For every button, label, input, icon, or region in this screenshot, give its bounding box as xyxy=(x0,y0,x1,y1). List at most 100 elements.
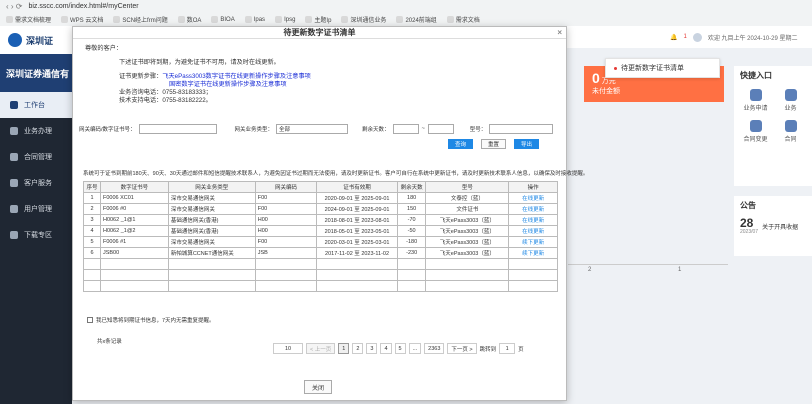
table-cell: 飞天ePass3003（蓝） xyxy=(425,247,510,259)
update-link[interactable]: 在线更新 xyxy=(508,203,558,215)
table-cell: 飞天ePass3003（蓝） xyxy=(425,214,510,226)
close-button[interactable]: 关闭 xyxy=(304,380,332,394)
total-count: 共x条记录 xyxy=(97,339,122,345)
filter-buttons: 查询 重置 导出 xyxy=(448,139,540,149)
table-cell xyxy=(425,280,510,292)
bookmark[interactable]: WPS 云文档 xyxy=(61,15,103,24)
table-cell xyxy=(167,269,256,281)
update-link[interactable]: 续下更新 xyxy=(508,247,558,259)
table-cell: 2018-05-01 至 2023-05-01 xyxy=(316,225,398,237)
table-cell: 文件证书 xyxy=(425,203,510,215)
bookmark[interactable]: Ipsg xyxy=(275,16,295,23)
next-page-button[interactable]: 下一页 > xyxy=(447,343,477,354)
table-cell: JSB00 xyxy=(99,247,169,259)
quick-item[interactable]: 合同 xyxy=(775,120,806,143)
bookmark-icon xyxy=(113,16,121,23)
table-cell: 6 xyxy=(83,247,101,259)
update-link[interactable]: 在线更新 xyxy=(508,225,558,237)
modal-header: 待更新数字证书清单 × xyxy=(73,27,566,39)
close-icon[interactable]: × xyxy=(557,28,562,37)
notice-item[interactable]: 28 2023/07 关于开具收据 xyxy=(740,217,806,235)
update-link[interactable]: 在线更新 xyxy=(508,192,558,204)
page-button[interactable]: 3 xyxy=(366,343,378,354)
quick-item[interactable]: 业务 xyxy=(775,89,806,112)
sidebar-item-business[interactable]: 业务办理 xyxy=(0,118,72,144)
bookmark[interactable]: 深圳通信业务 xyxy=(341,15,386,24)
address-bar[interactable]: ‹ › ⟳ biz.sscc.com/index.html#/myCenter xyxy=(0,0,812,12)
document-icon xyxy=(10,153,18,161)
table-cell: H0062 _1@1 xyxy=(99,214,169,226)
bookmark[interactable]: 主题Ip xyxy=(305,15,331,24)
days-min-input[interactable] xyxy=(392,124,419,134)
bookmark[interactable]: Ipas xyxy=(244,16,265,23)
corp-name: 深圳证券通信有 xyxy=(0,54,72,92)
days-max-input[interactable] xyxy=(427,124,454,134)
bell-icon[interactable]: 🔔 xyxy=(670,34,677,41)
query-button[interactable]: 查询 xyxy=(448,139,474,149)
table-cell: H0062 _1@2 xyxy=(99,225,169,237)
table-cell xyxy=(396,269,427,281)
bookmark[interactable]: SCN经上frm问题 xyxy=(113,15,168,24)
ePass-guide-link[interactable]: 飞天ePass3003数字证书在线更新操作步骤及注意事项 xyxy=(162,73,311,80)
remember-checkbox-row[interactable]: 我已知悉将到期证书信息，7天内无需重复提醒。 xyxy=(87,316,215,324)
bookmark-icon xyxy=(446,16,454,23)
page-button[interactable]: 2363 xyxy=(424,343,445,354)
net-code-input[interactable] xyxy=(138,124,217,134)
bookmark[interactable]: 需求文档 xyxy=(446,15,480,24)
page-ellipsis: ... xyxy=(408,343,422,354)
table-cell: F00 xyxy=(254,236,318,248)
table-cell: 2 xyxy=(83,203,101,215)
avatar[interactable] xyxy=(692,32,702,42)
reset-button[interactable]: 重置 xyxy=(481,139,507,149)
page-size-select[interactable]: 10 xyxy=(273,343,303,354)
table-cell: 5 xyxy=(83,236,101,248)
logo: 深圳证 xyxy=(0,26,72,54)
nav-icons[interactable]: ‹ › ⟳ xyxy=(6,2,22,11)
page-button[interactable]: 2 xyxy=(352,343,364,354)
bookmark[interactable]: 需求文档梳理 xyxy=(6,15,51,24)
remember-checkbox[interactable] xyxy=(87,317,93,323)
quick-item[interactable]: 合同变更 xyxy=(740,120,771,143)
bookmark-icon xyxy=(244,16,252,23)
bookmark[interactable]: 2024前端组 xyxy=(396,15,437,24)
sidebar-item-download[interactable]: 下载专区 xyxy=(0,222,72,248)
table-cell xyxy=(316,280,398,292)
sidebar-item-workbench[interactable]: 工作台 xyxy=(0,92,72,118)
briefcase-icon xyxy=(10,127,18,135)
page-button[interactable]: 1 xyxy=(338,343,350,354)
table-cell xyxy=(99,280,169,292)
sidebar-item-users[interactable]: 用户管理 xyxy=(0,196,72,222)
sidebar: 深圳证 深圳证券通信有 工作台 业务办理 合同管理 客户服务 用户管理 下载专区 xyxy=(0,26,72,404)
table-cell: 文泰控（蓝） xyxy=(425,192,510,204)
update-link[interactable]: 在线更新 xyxy=(508,214,558,226)
quick-item[interactable]: 业务申请 xyxy=(740,89,771,112)
bookmark[interactable]: BIOA xyxy=(211,16,235,23)
sidebar-item-service[interactable]: 客户服务 xyxy=(0,170,72,196)
table-cell: H00 xyxy=(254,225,318,237)
table-cell: F00 xyxy=(254,203,318,215)
goto-unit: 页 xyxy=(518,346,524,353)
export-button[interactable]: 导出 xyxy=(514,139,540,149)
page-button[interactable]: 4 xyxy=(380,343,392,354)
reminder-hint: 系统可于证书到期前180天、90天、30天通过邮件和短信提醒技术联系人，为避免因… xyxy=(83,171,589,177)
bookmark[interactable]: 数OA xyxy=(177,15,201,24)
contract-change-icon xyxy=(749,120,762,132)
sidebar-item-contract[interactable]: 合同管理 xyxy=(0,144,72,170)
prev-page-button[interactable]: < 上一页 xyxy=(306,343,336,354)
model-input[interactable] xyxy=(489,124,554,134)
page-button[interactable]: 5 xyxy=(394,343,406,354)
goto-input[interactable]: 1 xyxy=(499,343,516,354)
notification-popover[interactable]: 待更新数字证书清单 xyxy=(605,58,720,78)
biz-type-select[interactable]: 全部 xyxy=(276,124,349,134)
url-text[interactable]: biz.sscc.com/index.html#/myCenter xyxy=(28,3,138,10)
table-row-empty xyxy=(83,258,558,270)
pagination: 10 < 上一页 1 2 3 4 5 ... 2363 下一页 > 跳转到 1 … xyxy=(273,343,524,354)
update-link[interactable]: 续下更新 xyxy=(508,236,558,248)
table-cell: 基础通信网关(香港) xyxy=(167,225,256,237)
business-icon xyxy=(784,89,797,101)
contract-icon xyxy=(784,120,797,132)
table-cell: 3 xyxy=(83,214,101,226)
chat-icon xyxy=(10,179,18,187)
table-cell xyxy=(99,258,169,270)
sm-guide-link[interactable]: 国密数字证书在线更新操作步骤及注意事项 xyxy=(169,81,287,88)
